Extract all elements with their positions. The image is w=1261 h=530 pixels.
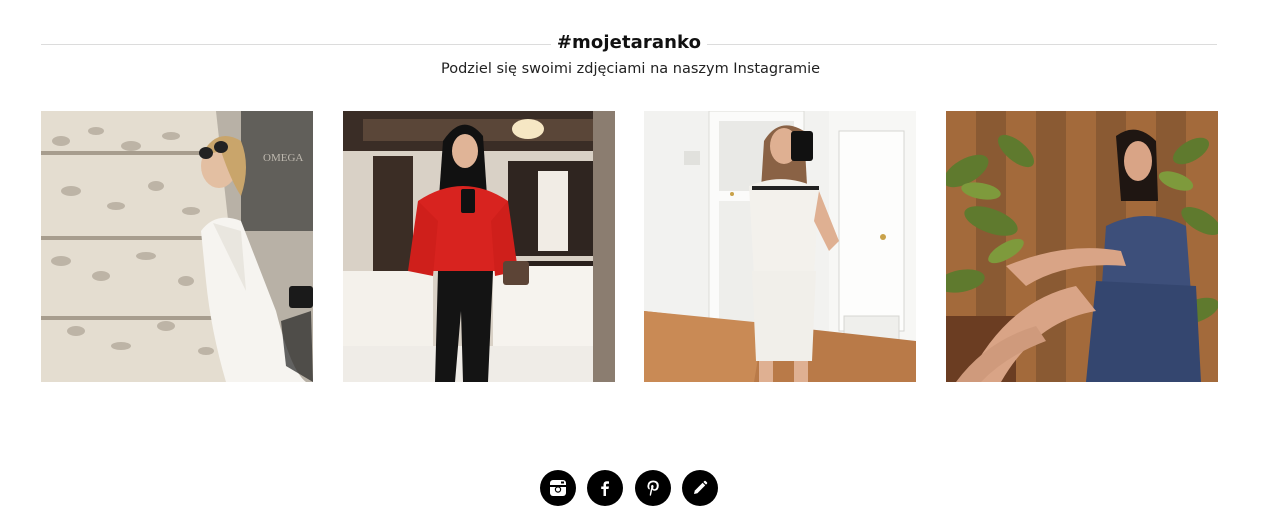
instagram-photo[interactable] — [946, 111, 1218, 382]
instagram-photo[interactable] — [343, 111, 615, 382]
header-divider-right — [707, 44, 1217, 45]
instagram-subtitle: Podziel się swoimi zdjęciami na naszym I… — [440, 61, 821, 77]
blog-pencil-icon — [694, 480, 708, 494]
facebook-icon — [601, 481, 609, 496]
instagram-photo[interactable]: OMEGA — [41, 111, 313, 382]
blog-button[interactable] — [682, 470, 718, 506]
instagram-header: #mojetaranko — [41, 30, 1217, 60]
facebook-button[interactable] — [587, 470, 623, 506]
instagram-button[interactable] — [540, 470, 576, 506]
instagram-gallery: OMEGA — [41, 111, 1218, 382]
social-links — [0, 470, 1261, 508]
instagram-photo[interactable] — [644, 111, 916, 382]
photo-woman-white-dress-wall: OMEGA — [41, 111, 313, 382]
instagram-icon — [550, 480, 566, 496]
photo-woman-red-blouse-selfie — [343, 111, 615, 382]
pinterest-icon — [647, 480, 659, 496]
hashtag-title: #mojetaranko — [556, 32, 702, 53]
pinterest-button[interactable] — [635, 470, 671, 506]
photo-woman-white-dress-door-selfie — [644, 111, 916, 382]
photo-woman-blue-dress-plants — [946, 111, 1218, 382]
